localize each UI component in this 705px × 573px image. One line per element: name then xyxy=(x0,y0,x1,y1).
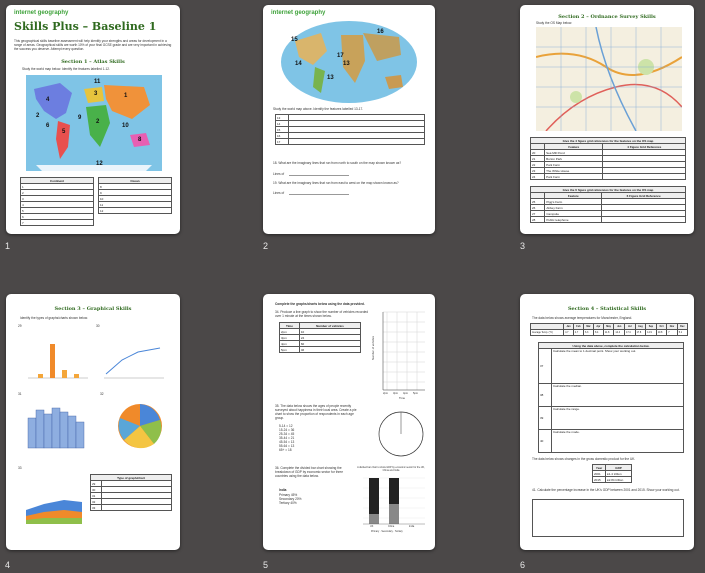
vehicle-table: Time Number of vehicles 2pm 10 3pm 24 4pm 60… xyxy=(279,322,362,353)
section-title: Section 2 – Ordnance Survey Skills xyxy=(558,14,656,20)
bar-legend: Primary · Secondary · Tertiary xyxy=(371,530,403,533)
age-data: 5-14 = 12 15-24 = 36 25-34 = 45 35-44 = 21 4… xyxy=(279,424,295,452)
intro-text: This geographical skills baseline assess… xyxy=(14,39,172,51)
bar-chart-title: A divided bar chart to show GDP by econo… xyxy=(357,466,425,472)
four-figure-table: Give the 4 figure grid references for th… xyxy=(529,137,686,180)
x-tick: 5pm xyxy=(413,392,419,395)
thumbnail-page-4[interactable]: Section 3 – Graphical Skills Identify th… xyxy=(6,294,180,550)
world-map-physical: 15 14 13 17 13 16 xyxy=(281,21,417,103)
svg-text:16: 16 xyxy=(377,29,384,35)
graph-grid xyxy=(382,311,425,391)
question-35: 35. The data below shows the ages of peo… xyxy=(275,404,357,420)
question-36: 36. Complete the divided bar chart showi… xyxy=(275,466,343,478)
blank-pie-chart xyxy=(378,411,424,457)
gdp-intro: The data below shows changes in the gros… xyxy=(532,457,636,461)
sector-data: Primary 45% Secondary 20% Tertiary 40% xyxy=(279,493,302,505)
thumbnail-page-5[interactable]: Complete the graphs/charts below using t… xyxy=(263,294,435,550)
page-number: 5 xyxy=(263,560,269,570)
svg-text:10: 10 xyxy=(122,123,129,129)
page-number: 3 xyxy=(520,241,526,251)
x-tick: 3pm xyxy=(393,392,399,395)
page-number: 2 xyxy=(263,241,269,251)
page-number: 4 xyxy=(5,560,11,570)
chart-pie xyxy=(118,404,162,449)
question-19: 19. What are the imaginary lines that ru… xyxy=(273,181,399,185)
heading: Complete the graphs/charts below using t… xyxy=(275,302,365,306)
answer-box-41[interactable] xyxy=(532,499,684,537)
brand-logo: internet geography xyxy=(271,10,326,16)
svg-text:12: 12 xyxy=(96,161,103,167)
chart-area xyxy=(26,500,82,524)
temperature-table: Jan Feb Mar Apr May Jun Jul Aug Sep Oct Nov Dec Ave… xyxy=(529,323,689,336)
features-table: 13 14 15 16 17 xyxy=(275,114,425,145)
thumbnail-page-6[interactable]: Section 4 – Statistical Skills The data … xyxy=(520,294,694,550)
world-map: 456 321 8109 11212 xyxy=(26,75,162,171)
thumbnail-page-2[interactable]: internet geography 15 14 13 17 13 16 Study t… xyxy=(263,5,435,234)
page-title: Skills Plus – Baseline 1 xyxy=(14,20,157,33)
answer-19[interactable]: Lines of xyxy=(273,191,284,195)
svg-text:11: 11 xyxy=(94,79,101,85)
section-title: Section 1 – Atlas Skills xyxy=(61,59,125,65)
question-41: 41. Calculate the percentage increase in… xyxy=(532,488,680,492)
calculation-table: Using the data above, complete the calcu… xyxy=(538,342,684,453)
page-number: 1 xyxy=(5,241,11,251)
svg-text:13: 13 xyxy=(327,75,334,81)
ocean-table: Ocean 8 9 10 11 12 xyxy=(98,177,172,214)
chart-histogram xyxy=(27,407,85,449)
svg-text:13: 13 xyxy=(343,61,350,67)
section-title: Section 3 – Graphical Skills xyxy=(54,306,132,312)
brand-logo: internet geography xyxy=(14,10,69,16)
answer-18[interactable]: Lines of xyxy=(273,172,284,176)
chart-bar xyxy=(28,344,88,379)
india-label: India xyxy=(279,488,287,492)
page-number: 6 xyxy=(520,560,526,570)
question-34: 34. Produce a line graph to show the num… xyxy=(275,310,369,318)
continent-antarctica xyxy=(36,165,152,171)
prompt-text: Study the world map below. Identify the … xyxy=(22,67,110,71)
gdp-table: Year GDP 2001 £1.4 trillion 2015 £2.84 tril… xyxy=(591,464,632,483)
y-axis-label: Number of vehicles xyxy=(370,336,375,360)
continent-table: Continent 1234567 xyxy=(20,177,94,226)
x-axis-label: Time xyxy=(399,396,406,400)
question-18: 18. What are the imaginary lines that ru… xyxy=(273,161,402,165)
prompt-text: The data below shows average temperature… xyxy=(532,316,633,320)
prompt-text: Study the world map above. Identify the … xyxy=(273,107,364,111)
svg-text:14: 14 xyxy=(295,61,302,67)
x-tick: 2pm xyxy=(383,392,389,395)
svg-text:17: 17 xyxy=(337,53,344,59)
thumbnail-page-1[interactable]: internet geography Skills Plus – Baselin… xyxy=(6,5,180,234)
os-map xyxy=(536,27,682,131)
chart-line xyxy=(104,347,164,379)
divided-bar-chart xyxy=(363,477,425,525)
svg-text:15: 15 xyxy=(291,37,298,43)
six-figure-table: Give the 6 figure grid references for th… xyxy=(529,186,686,223)
prompt-text: Study the OS Map below. xyxy=(536,21,572,25)
section-title: Section 4 – Statistical Skills xyxy=(567,306,647,312)
graph-type-table: Type of graph/chart 29 30 31 32 33 xyxy=(90,474,172,511)
thumbnail-page-3[interactable]: Section 2 – Ordnance Survey Skills Study… xyxy=(520,5,694,234)
prompt-text: Identify the types of graphs/charts show… xyxy=(20,316,88,320)
